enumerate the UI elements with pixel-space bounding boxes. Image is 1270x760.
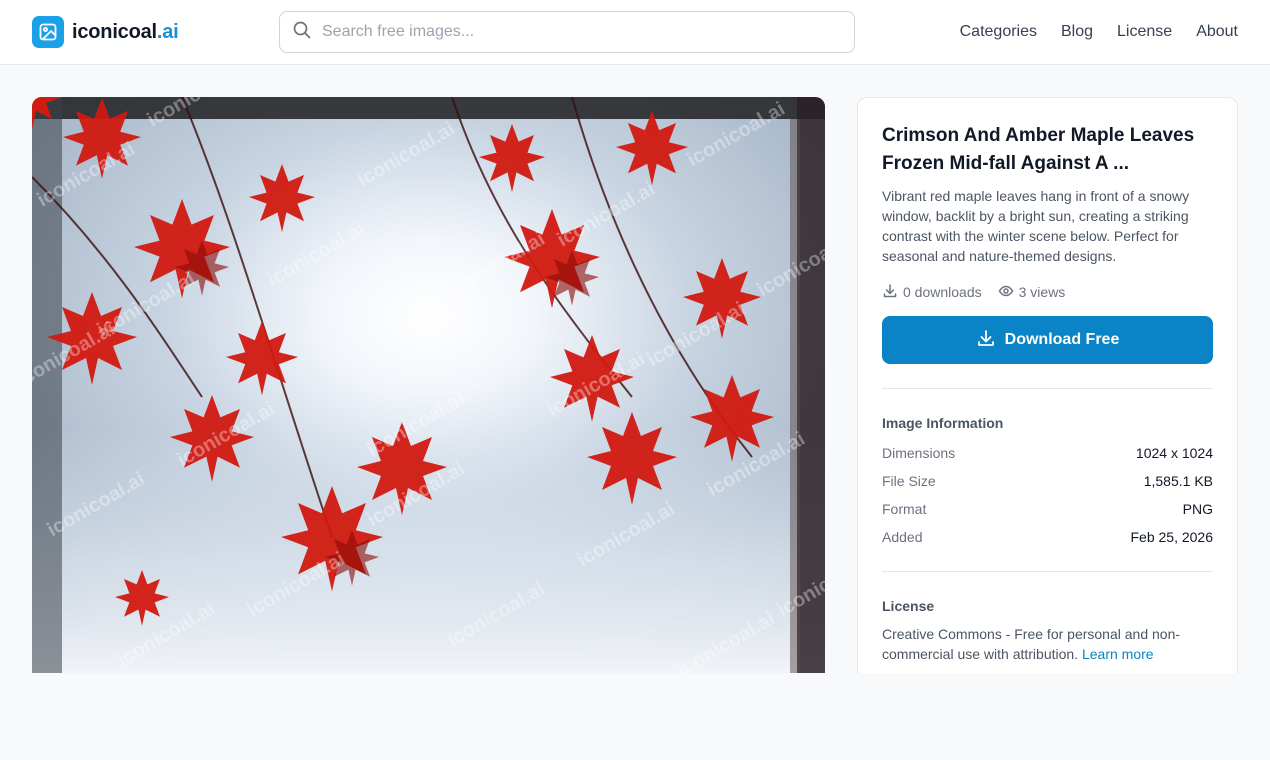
- download-free-button[interactable]: Download Free: [882, 316, 1213, 364]
- search-box: [279, 11, 855, 53]
- divider: [882, 571, 1213, 572]
- site-logo[interactable]: iconicoal.ai: [32, 16, 179, 48]
- main-image[interactable]: iconicoal.ai iconicoal.ai iconicoal.ai i…: [32, 97, 825, 673]
- site-header: iconicoal.ai Categories Blog License Abo…: [0, 0, 1270, 65]
- views-stat: 3 views: [998, 283, 1066, 302]
- license-text: Creative Commons - Free for personal and…: [882, 624, 1213, 664]
- logo-text: iconicoal.ai: [72, 21, 179, 44]
- info-value: 1024 x 1024: [1135, 445, 1213, 461]
- info-row-file-size: File Size 1,585.1 KB: [882, 471, 1213, 491]
- downloads-count: 0 downloads: [903, 284, 982, 300]
- image-logo-icon: [32, 16, 64, 48]
- download-button-label: Download Free: [1004, 331, 1120, 348]
- info-row-added: Added Feb 25, 2026: [882, 527, 1213, 547]
- nav-about[interactable]: About: [1196, 23, 1238, 41]
- license-heading: License: [882, 598, 935, 614]
- info-label: Dimensions: [882, 445, 956, 461]
- image-info-heading: Image Information: [882, 415, 1004, 431]
- logo-name: iconicoal: [72, 20, 157, 43]
- image-info-list: Dimensions 1024 x 1024 File Size 1,585.1…: [882, 443, 1213, 547]
- views-count: 3 views: [1018, 284, 1066, 300]
- nav-blog[interactable]: Blog: [1061, 23, 1093, 41]
- search-input[interactable]: [322, 23, 822, 41]
- logo-suffix: .ai: [156, 20, 179, 43]
- downloads-stat: 0 downloads: [882, 283, 982, 302]
- info-label: File Size: [882, 473, 936, 489]
- image-details-card: Crimson And Amber Maple Leaves Frozen Mi…: [857, 97, 1238, 673]
- image-stats: 0 downloads 3 views: [882, 282, 1213, 302]
- download-icon: [976, 328, 996, 353]
- nav-license[interactable]: License: [1117, 23, 1172, 41]
- info-label: Added: [882, 529, 923, 545]
- main-nav: Categories Blog License About: [960, 0, 1238, 64]
- info-value: Feb 25, 2026: [1130, 529, 1213, 545]
- image-description: Vibrant red maple leaves hang in front o…: [882, 188, 1190, 264]
- info-label: Format: [882, 501, 927, 517]
- info-value: PNG: [1182, 501, 1213, 517]
- info-row-format: Format PNG: [882, 499, 1213, 519]
- download-icon: [882, 283, 898, 302]
- divider: [882, 388, 1213, 389]
- image-preview: iconicoal.ai iconicoal.ai iconicoal.ai i…: [32, 97, 825, 673]
- nav-categories[interactable]: Categories: [960, 23, 1037, 41]
- search-icon: [292, 20, 312, 45]
- info-row-dimensions: Dimensions 1024 x 1024: [882, 443, 1213, 463]
- eye-icon: [998, 283, 1014, 302]
- learn-more-link[interactable]: Learn more: [1082, 646, 1154, 662]
- info-value: 1,585.1 KB: [1143, 473, 1213, 489]
- image-title: Crimson And Amber Maple Leaves Frozen Mi…: [882, 125, 1195, 174]
